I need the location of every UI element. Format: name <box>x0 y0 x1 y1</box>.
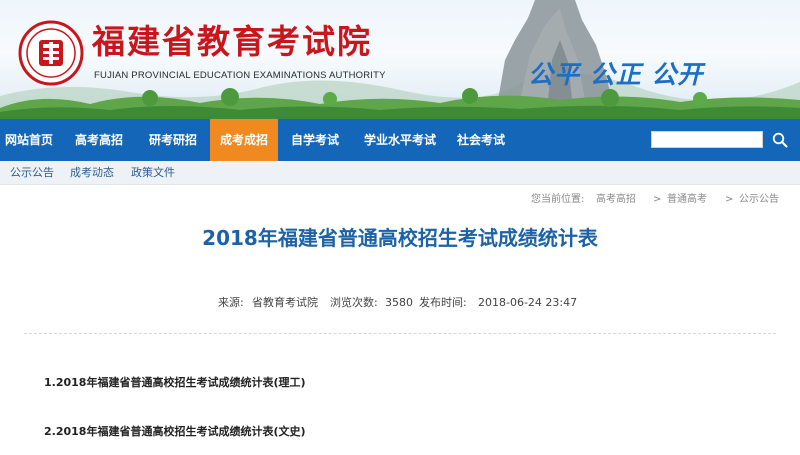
site-title: 福建省教育考试院 <box>92 22 372 61</box>
nav-item-social-exam[interactable]: 社会考试 <box>448 119 514 161</box>
document-link-liberal-arts[interactable]: 2.2018年福建省普通高校招生考试成绩统计表(文史) <box>44 425 306 439</box>
breadcrumb-item-announcements[interactable]: 公示公告 <box>739 193 779 207</box>
breadcrumb-separator: > <box>725 194 734 205</box>
article-title: 2018年福建省普通高校招生考试成绩统计表 <box>202 226 598 250</box>
site-banner: 福建省教育考试院 FUJIAN PROVINCIAL EDUCATION EXA… <box>0 0 800 119</box>
breadcrumb-separator: > <box>653 194 662 205</box>
nav-item-home[interactable]: 网站首页 <box>0 119 58 161</box>
meta-views: 3580 <box>385 296 413 309</box>
sub-navigation: 公示公告 成考动态 政策文件 <box>0 161 800 185</box>
meta-views-label: 浏览次数: <box>330 296 378 309</box>
nav-item-adult-exam[interactable]: 成考成招 <box>210 119 278 161</box>
nav-item-self-study-exam[interactable]: 自学考试 <box>282 119 348 161</box>
document-link-science[interactable]: 1.2018年福建省普通高校招生考试成绩统计表(理工) <box>44 376 306 390</box>
breadcrumb-item-gaokao[interactable]: 高考高招 <box>596 193 636 207</box>
authority-seal-logo <box>18 20 84 86</box>
nav-item-graduate-exam[interactable]: 研考研招 <box>140 119 206 161</box>
subnav-item-policy[interactable]: 政策文件 <box>131 161 175 185</box>
breadcrumb-prefix: 您当前位置: <box>531 194 585 205</box>
search-icon[interactable] <box>772 132 788 148</box>
site-subtitle: FUJIAN PROVINCIAL EDUCATION EXAMINATIONS… <box>94 70 386 81</box>
meta-source-label: 来源: <box>218 296 244 309</box>
content-divider <box>24 333 776 334</box>
nav-item-gaokao[interactable]: 高考高招 <box>66 119 132 161</box>
subnav-item-announcements[interactable]: 公示公告 <box>10 161 54 185</box>
site-slogan: 公平 公正 公开 <box>528 60 704 89</box>
search-input[interactable] <box>651 131 763 148</box>
meta-time: 2018-06-24 23:47 <box>478 296 578 309</box>
nav-item-proficiency-exam[interactable]: 学业水平考试 <box>356 119 444 161</box>
subnav-item-news[interactable]: 成考动态 <box>70 161 114 185</box>
meta-source: 省教育考试院 <box>252 296 318 309</box>
breadcrumb-item-general-gaokao[interactable]: 普通高考 <box>667 193 707 207</box>
meta-time-label: 发布时间: <box>419 296 467 309</box>
